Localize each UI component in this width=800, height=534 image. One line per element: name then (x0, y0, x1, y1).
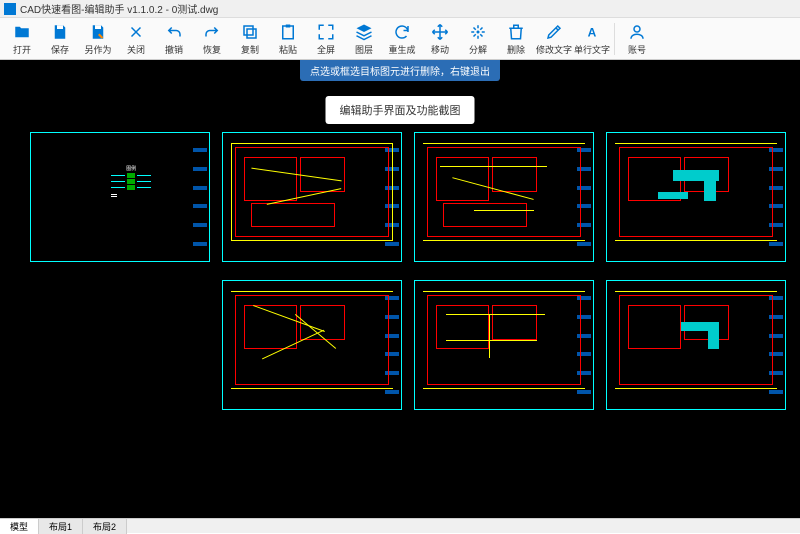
copy-icon (240, 22, 260, 42)
toolbar-label: 单行文字 (574, 43, 610, 56)
toolbar-label: 账号 (628, 43, 646, 56)
close-icon (126, 22, 146, 42)
toolbar-label: 重生成 (388, 43, 415, 56)
save-button[interactable]: 保存 (42, 19, 78, 59)
paste-icon (278, 22, 298, 42)
layer-icon (354, 22, 374, 42)
delete-icon (506, 22, 526, 42)
user-icon (627, 22, 647, 42)
regen-button[interactable]: 重生成 (384, 19, 420, 59)
move-button[interactable]: 移动 (422, 19, 458, 59)
account-button[interactable]: 账号 (619, 19, 655, 59)
drawing-thumbnails: 图例 (30, 132, 790, 410)
delete-button[interactable]: 删除 (498, 19, 534, 59)
explode-icon (468, 22, 488, 42)
close-button[interactable]: 关闭 (118, 19, 154, 59)
toolbar-label: 打开 (13, 43, 31, 56)
toolbar-label: 修改文字 (536, 43, 572, 56)
undo-button[interactable]: 撤销 (156, 19, 192, 59)
folder-icon (12, 22, 32, 42)
tab-model[interactable]: 模型 (0, 519, 39, 534)
toolbar-label: 全屏 (317, 43, 335, 56)
mode-hint: 点选或框选目标图元进行删除，右键退出 (300, 60, 500, 81)
edittext-icon (544, 22, 564, 42)
thumbnail-plan-2[interactable] (414, 132, 594, 262)
thumbnail-plan-4[interactable] (222, 280, 402, 410)
toolbar-label: 分解 (469, 43, 487, 56)
toolbar-label: 删除 (507, 43, 525, 56)
undo-icon (164, 22, 184, 42)
toolbar-label: 移动 (431, 43, 449, 56)
toolbar-label: 保存 (51, 43, 69, 56)
svg-text:A: A (588, 25, 597, 39)
layout-tabs: 模型布局1布局2 (0, 518, 800, 533)
legend-icon: 图例 (111, 165, 151, 215)
move-icon (430, 22, 450, 42)
toolbar-label: 撤销 (165, 43, 183, 56)
edittext-button[interactable]: 修改文字 (536, 19, 572, 59)
toolbar-label: 图层 (355, 43, 373, 56)
feature-screenshot-button[interactable]: 编辑助手界面及功能截图 (326, 96, 475, 124)
title-bar: CAD快速看图-编辑助手 v1.1.0.2 - 0测试.dwg (0, 0, 800, 18)
regen-icon (392, 22, 412, 42)
tab-layout2[interactable]: 布局2 (83, 519, 127, 534)
redo-button[interactable]: 恢复 (194, 19, 230, 59)
floorplan-icon (231, 143, 393, 241)
saveas-button[interactable]: 另作为 (80, 19, 116, 59)
redo-icon (202, 22, 222, 42)
toolbar-label: 恢复 (203, 43, 221, 56)
text-icon: A (582, 22, 602, 42)
fit-button[interactable]: 全屏 (308, 19, 344, 59)
explode-button[interactable]: 分解 (460, 19, 496, 59)
paste-button[interactable]: 粘贴 (270, 19, 306, 59)
main-toolbar: 打开 保存 另作为 关闭 撤销 恢复 复制 粘贴 全屏 图层 重生成 移动 分解 删除修改文字 A 单行文字 账… (0, 18, 800, 60)
thumbnail-plan-3[interactable] (606, 132, 786, 262)
toolbar-label: 另作为 (84, 43, 111, 56)
fit-icon (316, 22, 336, 42)
copy-button[interactable]: 复制 (232, 19, 268, 59)
drawing-canvas[interactable]: 点选或框选目标图元进行删除，右键退出 编辑助手界面及功能截图 图例 (0, 60, 800, 518)
saveas-icon (88, 22, 108, 42)
app-icon (4, 3, 16, 15)
thumbnail-plan-6[interactable] (606, 280, 786, 410)
thumbnail-legend[interactable]: 图例 (30, 132, 210, 262)
toolbar-label: 关闭 (127, 43, 145, 56)
save-icon (50, 22, 70, 42)
tab-layout1[interactable]: 布局1 (39, 519, 83, 534)
singletext-button[interactable]: A 单行文字 (574, 19, 610, 59)
thumbnail-plan-1[interactable] (222, 132, 402, 262)
toolbar-label: 复制 (241, 43, 259, 56)
thumbnail-plan-5[interactable] (414, 280, 594, 410)
layer-button[interactable]: 图层 (346, 19, 382, 59)
window-title: CAD快速看图-编辑助手 v1.1.0.2 - 0测试.dwg (20, 1, 218, 16)
toolbar-label: 粘贴 (279, 43, 297, 56)
open-button[interactable]: 打开 (4, 19, 40, 59)
